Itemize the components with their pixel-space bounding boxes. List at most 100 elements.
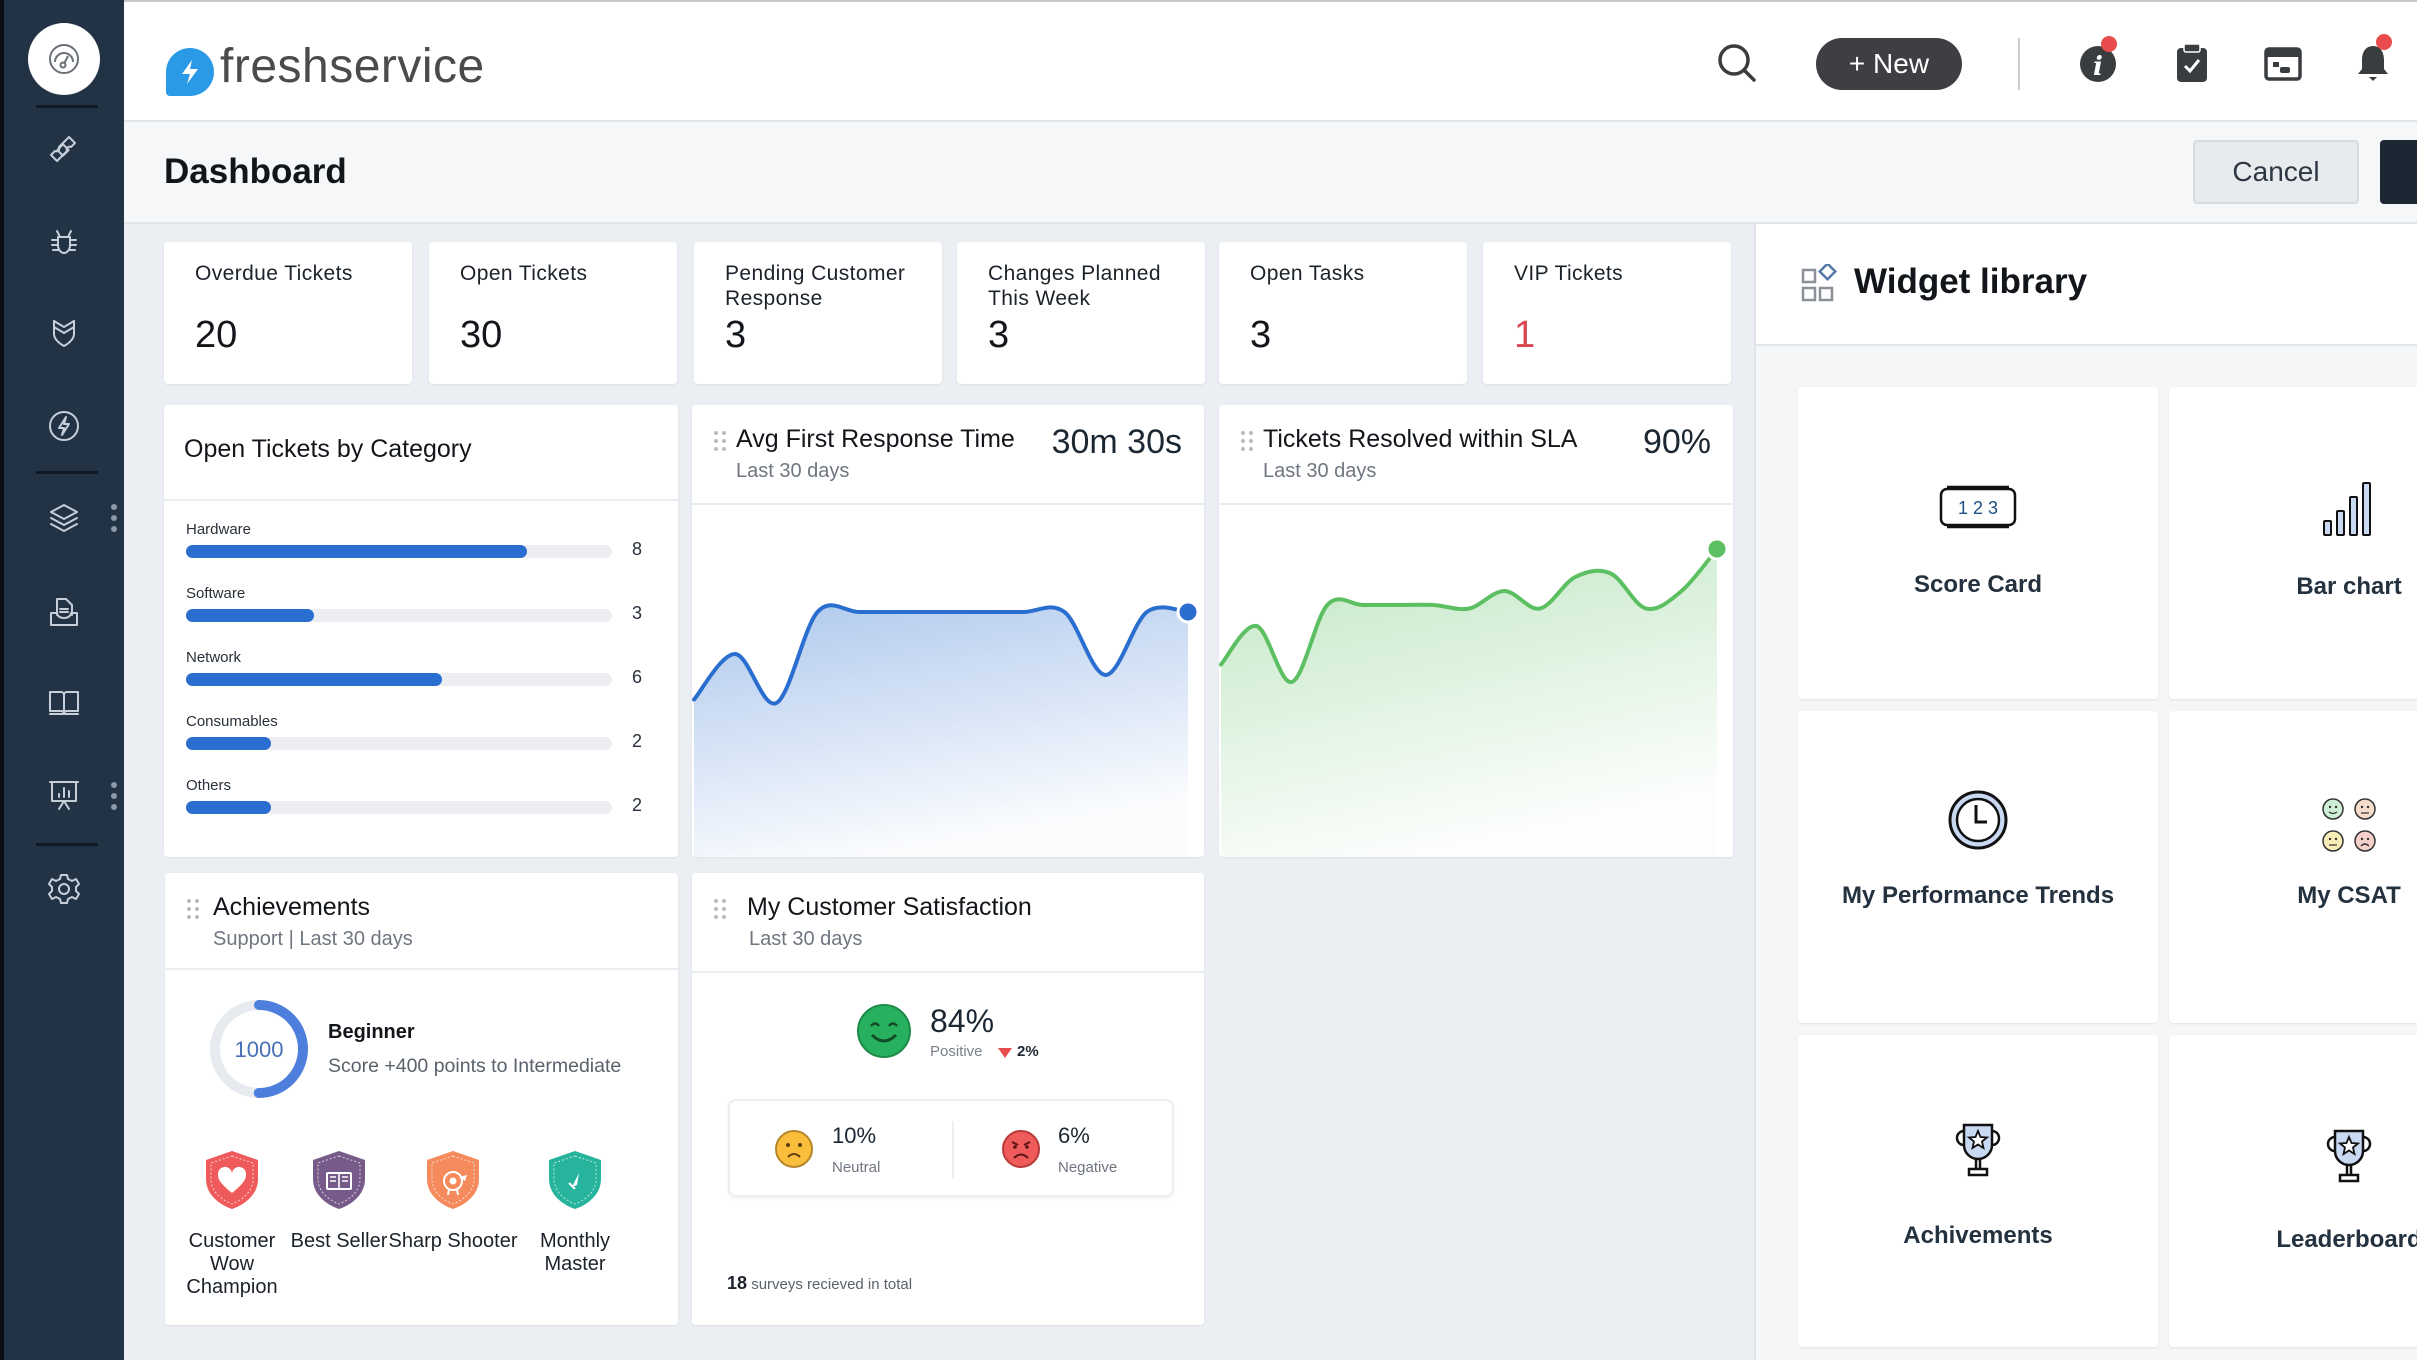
shield-icon xyxy=(53,320,75,347)
latest-point[interactable] xyxy=(1705,537,1729,561)
category-bar-track xyxy=(186,609,612,622)
category-count: 2 xyxy=(632,731,643,751)
document-tray-icon xyxy=(50,598,78,626)
kpi-value: 3 xyxy=(1250,314,1272,356)
kpi-label: Open Tasks xyxy=(1250,262,1365,285)
sidebar-item-changes[interactable] xyxy=(44,313,84,353)
sidebar-item-assets[interactable] xyxy=(44,498,84,538)
sidebar-item-problems[interactable] xyxy=(44,222,84,262)
achievement-badge[interactable]: Sharp Shooter xyxy=(388,1149,518,1253)
save-button[interactable] xyxy=(2380,140,2417,204)
sidebar-more-menu[interactable] xyxy=(110,782,118,810)
info-button[interactable]: i xyxy=(2075,36,2121,86)
sidebar-item-contracts[interactable] xyxy=(44,592,84,632)
category-bar xyxy=(186,545,527,558)
sidebar-divider xyxy=(36,843,98,846)
kpi-card[interactable]: Pending Customer Response 3 xyxy=(694,242,942,384)
neutral-percent: 10% xyxy=(832,1123,877,1148)
sidebar xyxy=(0,0,124,1360)
clipboard-check-icon xyxy=(2177,43,2207,82)
tile-label: Leaderboard xyxy=(2276,1226,2417,1253)
achievement-badge[interactable]: Best Seller xyxy=(274,1149,404,1253)
drag-handle-icon[interactable] xyxy=(714,899,726,919)
widget-title: Open Tickets by Category xyxy=(184,435,472,463)
drag-handle-icon[interactable] xyxy=(187,899,199,919)
library-tile-bar-chart[interactable]: Bar chart xyxy=(2169,387,2417,699)
tile-label: Score Card xyxy=(1913,571,2043,598)
sidebar-item-admin[interactable] xyxy=(44,869,84,909)
csat-faces-icon xyxy=(2322,798,2376,852)
calendar-icon xyxy=(2264,47,2302,81)
widget-library-panel: Widget library 1 2 3 Score Card Bar char… xyxy=(1754,224,2417,1360)
kpi-card[interactable]: Overdue Tickets 20 xyxy=(164,242,412,384)
response-time-area-chart xyxy=(692,600,1200,857)
presentation-chart-icon xyxy=(49,781,79,810)
library-tile-my-performance-trends[interactable]: My Performance Trends xyxy=(1798,711,2158,1023)
kpi-value: 30 xyxy=(460,314,503,356)
layers-icon xyxy=(50,504,78,532)
search-button[interactable] xyxy=(1714,40,1760,86)
tile-label: My CSAT xyxy=(2297,882,2401,909)
drag-handle-icon[interactable] xyxy=(1241,431,1253,451)
category-bar xyxy=(186,673,442,686)
category-count: 2 xyxy=(632,795,643,815)
new-button[interactable]: + New xyxy=(1816,38,1962,90)
tile-label: My Performance Trends xyxy=(1841,882,2115,909)
category-label: Software xyxy=(186,585,246,602)
brand-logo[interactable]: freshservice xyxy=(166,38,485,96)
sidebar-divider xyxy=(36,471,98,474)
category-bar-track xyxy=(186,673,612,686)
latest-point[interactable] xyxy=(1176,600,1200,624)
negative-label: Negative xyxy=(1058,1159,1118,1176)
library-tile-leaderboard[interactable]: Leaderboard xyxy=(2169,1035,2417,1347)
kpi-value: 20 xyxy=(195,314,238,356)
achievement-badge[interactable]: Monthly Master xyxy=(510,1149,640,1276)
kpi-card[interactable]: VIP Tickets 1 xyxy=(1483,242,1731,384)
kpi-label: Open Tickets xyxy=(460,262,588,285)
notification-dot xyxy=(2101,36,2117,52)
library-tile-my-csat[interactable]: My CSAT xyxy=(2169,711,2417,1023)
widget-title: Avg First Response Time xyxy=(736,425,1015,453)
page-title: Dashboard xyxy=(164,152,347,191)
badge-label: Best Seller xyxy=(290,1230,388,1252)
kpi-value: 3 xyxy=(725,314,747,356)
widget-metric: 90% xyxy=(1642,423,1711,461)
header-divider xyxy=(2018,38,2020,90)
category-bar xyxy=(186,737,272,750)
library-tile-score-card[interactable]: 1 2 3 Score Card xyxy=(1798,387,2158,699)
positive-change: 2% xyxy=(1017,1043,1039,1060)
tasks-button[interactable] xyxy=(2169,40,2215,86)
kpi-value: 3 xyxy=(988,314,1010,356)
cancel-button[interactable]: Cancel xyxy=(2193,140,2359,204)
happy-face-icon xyxy=(857,1004,911,1058)
clock-icon xyxy=(1948,790,2008,850)
category-count: 6 xyxy=(632,667,643,687)
sidebar-more-menu[interactable] xyxy=(110,504,118,532)
search-icon xyxy=(1718,44,1756,82)
points-progress-ring: 1000 xyxy=(210,1000,308,1098)
drag-handle-icon[interactable] xyxy=(714,431,726,451)
library-tile-achievements[interactable]: Achivements xyxy=(1798,1035,2158,1347)
category-label: Hardware xyxy=(186,521,252,538)
widget-subtitle: Last 30 days xyxy=(736,460,850,482)
negative-percent: 6% xyxy=(1058,1123,1090,1148)
category-label: Network xyxy=(186,649,242,666)
sidebar-item-solutions[interactable] xyxy=(44,683,84,723)
freshservice-logo-icon xyxy=(166,48,214,96)
library-title: Widget library xyxy=(1854,262,2088,301)
kpi-card[interactable]: Changes Planned This Week 3 xyxy=(957,242,1205,384)
sidebar-item-dashboard[interactable] xyxy=(28,23,100,95)
svg-text:1 2 3: 1 2 3 xyxy=(1958,498,1998,518)
kpi-card[interactable]: Open Tasks 3 xyxy=(1219,242,1467,384)
sidebar-item-releases[interactable] xyxy=(44,406,84,446)
widget-title: Tickets Resolved within SLA xyxy=(1263,425,1578,453)
kpi-card[interactable]: Open Tickets 30 xyxy=(429,242,677,384)
divider xyxy=(952,1121,954,1179)
sidebar-item-tickets[interactable] xyxy=(44,130,84,170)
category-bar xyxy=(186,609,314,622)
notifications-button[interactable] xyxy=(2350,34,2396,86)
sidebar-divider xyxy=(36,105,98,108)
calendar-button[interactable] xyxy=(2260,40,2306,86)
widget-subtitle: Last 30 days xyxy=(1263,460,1377,482)
sidebar-item-reports[interactable] xyxy=(44,775,84,815)
